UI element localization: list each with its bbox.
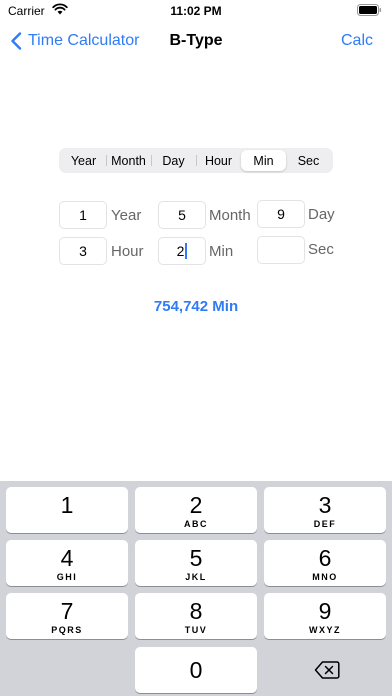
min-unit-label: Min: [209, 243, 234, 260]
day-unit-label: Day: [308, 206, 335, 223]
key-digit: 5: [189, 545, 203, 571]
screen: Carrier 11:02 PM Time Calculator B-Type …: [0, 0, 392, 696]
delete-backward-icon: [314, 661, 340, 679]
back-button[interactable]: Time Calculator: [10, 30, 139, 52]
key-letters: MNO: [312, 572, 338, 582]
delete-key[interactable]: [266, 647, 388, 693]
month-input[interactable]: 5: [158, 201, 206, 229]
nav-bar: Time Calculator B-Type Calc: [0, 22, 392, 60]
key-letters: PQRS: [51, 625, 83, 635]
key-1[interactable]: 1: [6, 487, 128, 533]
min-input[interactable]: 2: [158, 237, 206, 265]
segment-sec[interactable]: Sec: [286, 150, 331, 171]
month-unit-label: Month: [209, 207, 251, 224]
key-letters: GHI: [56, 572, 78, 582]
key-digit: 4: [60, 545, 74, 571]
back-button-label: Time Calculator: [28, 32, 140, 49]
key-digit: 8: [189, 598, 203, 624]
key-digit: 6: [318, 545, 332, 571]
key-7[interactable]: 7 PQRS: [6, 593, 128, 639]
segment-year[interactable]: Year: [61, 150, 106, 171]
key-letters: JKL: [185, 572, 207, 582]
sec-unit-label: Sec: [308, 241, 334, 258]
calc-button[interactable]: Calc: [341, 32, 373, 50]
key-letters: ABC: [184, 519, 208, 529]
key-digit: 3: [318, 492, 332, 518]
sec-input[interactable]: [257, 236, 305, 264]
key-6[interactable]: 6 MNO: [264, 540, 386, 586]
key-2[interactable]: 2 ABC: [135, 487, 257, 533]
key-digit: 9: [318, 598, 332, 624]
key-8[interactable]: 8 TUV: [135, 593, 257, 639]
numeric-keyboard: 1 2 ABC 3 DEF 4 GHI 5 JKL 6 MNO 7 PQRS 8: [0, 481, 392, 696]
key-letters: WXYZ: [309, 625, 341, 635]
segment-hour[interactable]: Hour: [196, 150, 241, 171]
segment-min[interactable]: Min: [241, 150, 286, 171]
unit-segmented-control: Year Month Day Hour Min Sec: [59, 148, 333, 173]
segment-month[interactable]: Month: [106, 150, 151, 171]
year-input[interactable]: 1: [59, 201, 107, 229]
key-digit: 2: [189, 492, 203, 518]
key-4[interactable]: 4 GHI: [6, 540, 128, 586]
key-digit: 0: [189, 657, 203, 683]
year-unit-label: Year: [111, 207, 142, 224]
chevron-left-icon: [11, 32, 22, 50]
key-3[interactable]: 3 DEF: [264, 487, 386, 533]
result-label: 754,742 Min: [153, 298, 239, 315]
status-bar: Carrier 11:02 PM: [0, 0, 392, 22]
hour-input[interactable]: 3: [59, 237, 107, 265]
segment-day[interactable]: Day: [151, 150, 196, 171]
key-letters: TUV: [184, 625, 208, 635]
key-5[interactable]: 5 JKL: [135, 540, 257, 586]
key-0[interactable]: 0: [135, 647, 257, 693]
key-digit: 1: [60, 492, 74, 518]
hour-unit-label: Hour: [111, 243, 144, 260]
status-time: 11:02 PM: [170, 4, 222, 18]
min-input-value: 2: [176, 243, 185, 259]
key-letters: DEF: [313, 519, 337, 529]
day-input[interactable]: 9: [257, 200, 305, 228]
key-9[interactable]: 9 WXYZ: [264, 593, 386, 639]
text-cursor: [185, 243, 188, 259]
battery-icon: [357, 4, 382, 16]
key-digit: 7: [60, 598, 74, 624]
